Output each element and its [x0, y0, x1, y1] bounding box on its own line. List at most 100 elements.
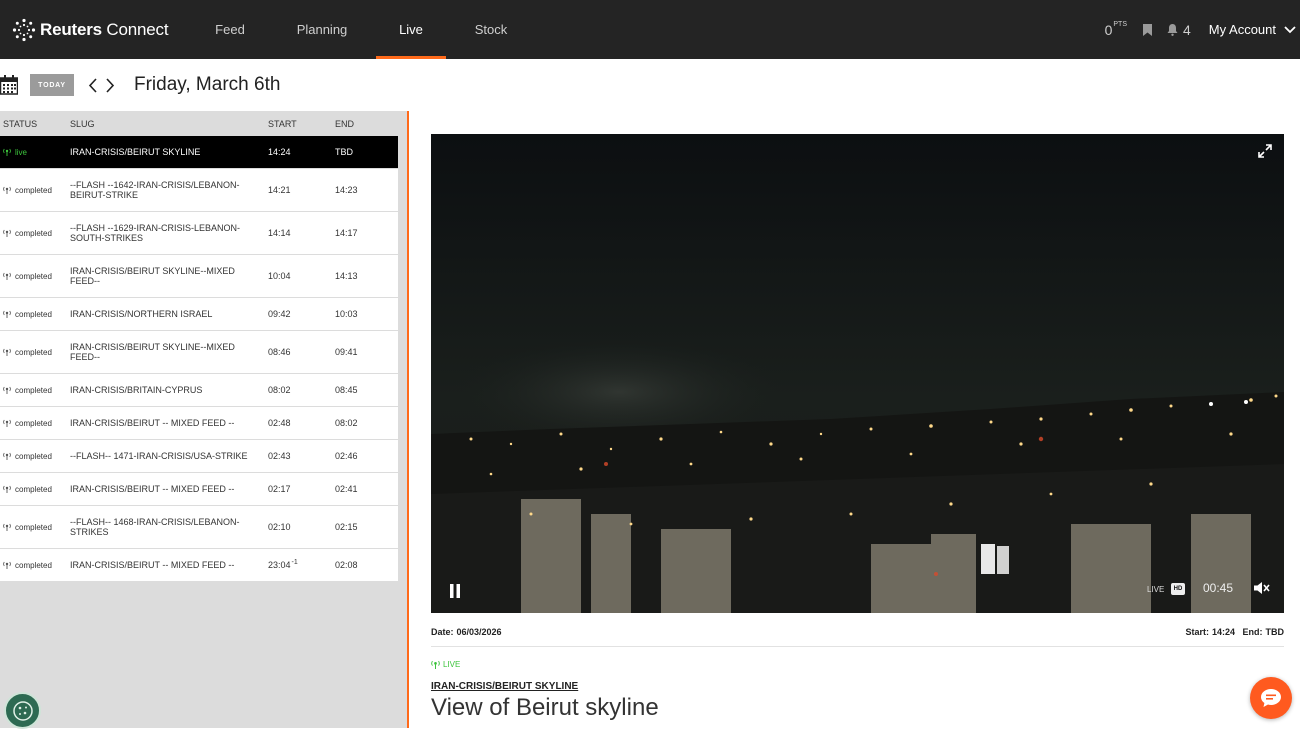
slug-cell: --FLASH-- 1471-IRAN-CRISIS/USA-STRIKE — [70, 451, 248, 461]
table-row[interactable]: live IRAN-CRISIS/BEIRUT SKYLINE 14:24 TB… — [0, 136, 398, 169]
header-slug: SLUG — [70, 118, 95, 129]
broadcast-icon — [431, 660, 440, 669]
end-cell: 08:45 — [335, 385, 358, 395]
end-cell: 14:23 — [335, 185, 358, 195]
table-row[interactable]: completed IRAN-CRISIS/BEIRUT -- MIXED FE… — [0, 473, 398, 506]
tab-live[interactable]: Live — [376, 0, 446, 59]
broadcast-icon — [3, 523, 11, 531]
end-cell: TBD — [335, 147, 353, 157]
hd-badge[interactable]: HD — [1171, 583, 1185, 595]
tab-stock[interactable]: Stock — [446, 0, 536, 59]
chat-button[interactable] — [1250, 677, 1292, 719]
status-cell: completed — [0, 452, 70, 461]
chevron-down-icon — [1284, 25, 1296, 33]
meta-date: Date: 06/03/2026 — [431, 627, 502, 637]
table-row[interactable]: completed --FLASH-- 1471-IRAN-CRISIS/USA… — [0, 440, 398, 473]
notifications[interactable]: 4 — [1167, 22, 1191, 38]
live-indicator: LIVE — [1147, 585, 1165, 594]
slug-cell: IRAN-CRISIS/BEIRUT -- MIXED FEED -- — [70, 560, 235, 570]
status-cell: completed — [0, 186, 70, 195]
schedule-header: STATUS SLUG START END — [0, 111, 407, 136]
broadcast-icon — [3, 229, 11, 237]
table-row[interactable]: completed IRAN-CRISIS/BRITAIN-CYPRUS 08:… — [0, 374, 398, 407]
brand-sub: Connect — [101, 19, 169, 39]
next-day-button[interactable] — [102, 76, 118, 94]
header-start: START — [268, 118, 297, 129]
bookmark-icon[interactable] — [1143, 23, 1152, 36]
header-end: END — [335, 118, 355, 129]
account-label: My Account — [1208, 22, 1276, 37]
table-row[interactable]: completed IRAN-CRISIS/NORTHERN ISRAEL 09… — [0, 298, 398, 331]
slug-cell: IRAN-CRISIS/BRITAIN-CYPRUS — [70, 385, 203, 395]
points-counter[interactable]: 0PTS — [1105, 21, 1127, 38]
broadcast-icon — [3, 561, 11, 569]
prev-day-button[interactable] — [84, 76, 100, 94]
end-cell: 09:41 — [335, 347, 358, 357]
slug-cell: --FLASH --1642-IRAN-CRISIS/LEBANON-BEIRU… — [70, 180, 240, 200]
chat-icon — [1261, 689, 1281, 707]
broadcast-icon — [3, 419, 11, 427]
calendar-icon[interactable] — [0, 75, 18, 95]
slug-cell: IRAN-CRISIS/BEIRUT -- MIXED FEED -- — [70, 418, 235, 428]
table-row[interactable]: completed IRAN-CRISIS/BEIRUT SKYLINE--MI… — [0, 255, 398, 298]
broadcast-icon — [3, 386, 11, 394]
header-status: STATUS — [3, 118, 38, 129]
start-cell: 14:24 — [268, 147, 291, 157]
top-nav: Reuters Connect Feed Planning Live Stock… — [0, 0, 1300, 59]
mute-icon[interactable] — [1253, 580, 1270, 596]
pause-icon[interactable] — [447, 582, 463, 600]
chevron-left-icon — [88, 77, 97, 93]
table-row[interactable]: completed --FLASH --1629-IRAN-CRISIS-LEB… — [0, 212, 398, 255]
account-menu[interactable]: My Account — [1209, 22, 1300, 37]
brand-main: Reuters — [40, 19, 102, 39]
story-title: View of Beirut skyline — [431, 694, 659, 721]
end-cell: 14:13 — [335, 271, 358, 281]
table-row[interactable]: completed IRAN-CRISIS/BEIRUT SKYLINE--MI… — [0, 331, 398, 374]
story-status: LIVE — [431, 660, 460, 669]
table-row[interactable]: completed --FLASH-- 1468-IRAN-CRISIS/LEB… — [0, 506, 398, 549]
start-cell: 10:04 — [268, 271, 291, 281]
video-frame — [431, 134, 1284, 613]
start-cell: 08:46 — [268, 347, 291, 357]
video-player[interactable]: LIVE HD 00:45 — [431, 134, 1284, 613]
slug-cell: IRAN-CRISIS/NORTHERN ISRAEL — [70, 309, 213, 319]
slug-cell: IRAN-CRISIS/BEIRUT SKYLINE--MIXED FEED-- — [70, 342, 235, 362]
status-cell: completed — [0, 386, 70, 395]
cookie-settings-button[interactable] — [4, 692, 41, 729]
end-cell: 02:46 — [335, 451, 358, 461]
end-cell: 10:03 — [335, 309, 358, 319]
expand-icon[interactable] — [1258, 144, 1272, 158]
broadcast-icon — [3, 485, 11, 493]
panel-divider — [407, 111, 409, 728]
tab-feed[interactable]: Feed — [192, 0, 268, 59]
start-cell: 02:48 — [268, 418, 291, 428]
slug-cell: --FLASH-- 1468-IRAN-CRISIS/LEBANON-STRIK… — [70, 517, 240, 537]
broadcast-icon — [3, 452, 11, 460]
nav-tabs: Feed Planning Live Stock — [192, 0, 536, 59]
start-cell: 09:42 — [268, 309, 291, 319]
slug-cell: --FLASH --1629-IRAN-CRISIS-LEBANON-SOUTH… — [70, 223, 241, 243]
end-cell: 02:41 — [335, 484, 358, 494]
status-cell: completed — [0, 523, 70, 532]
brand-logo[interactable]: Reuters Connect — [12, 18, 192, 42]
end-cell: 02:15 — [335, 522, 358, 532]
broadcast-icon — [3, 186, 11, 194]
status-cell: completed — [0, 485, 70, 494]
story-slug-link[interactable]: IRAN-CRISIS/BEIRUT SKYLINE — [431, 681, 578, 692]
table-row[interactable]: completed IRAN-CRISIS/BEIRUT -- MIXED FE… — [0, 549, 398, 582]
tab-planning[interactable]: Planning — [268, 0, 376, 59]
table-row[interactable]: completed --FLASH --1642-IRAN-CRISIS/LEB… — [0, 169, 398, 212]
divider — [431, 646, 1284, 647]
table-row[interactable]: completed IRAN-CRISIS/BEIRUT -- MIXED FE… — [0, 407, 398, 440]
status-cell: completed — [0, 561, 70, 570]
reuters-logo-icon — [12, 18, 36, 41]
slug-cell: IRAN-CRISIS/BEIRUT SKYLINE — [70, 147, 201, 157]
status-cell: completed — [0, 348, 70, 357]
start-cell: 14:14 — [268, 228, 291, 238]
today-button[interactable]: TODAY — [30, 74, 74, 96]
video-meta: Date: 06/03/2026 Start: 14:24 End: TBD — [431, 627, 1284, 637]
elapsed-time: 00:45 — [1203, 581, 1234, 595]
broadcast-icon — [3, 148, 11, 156]
status-cell: completed — [0, 419, 70, 428]
slug-cell: IRAN-CRISIS/BEIRUT -- MIXED FEED -- — [70, 484, 235, 494]
